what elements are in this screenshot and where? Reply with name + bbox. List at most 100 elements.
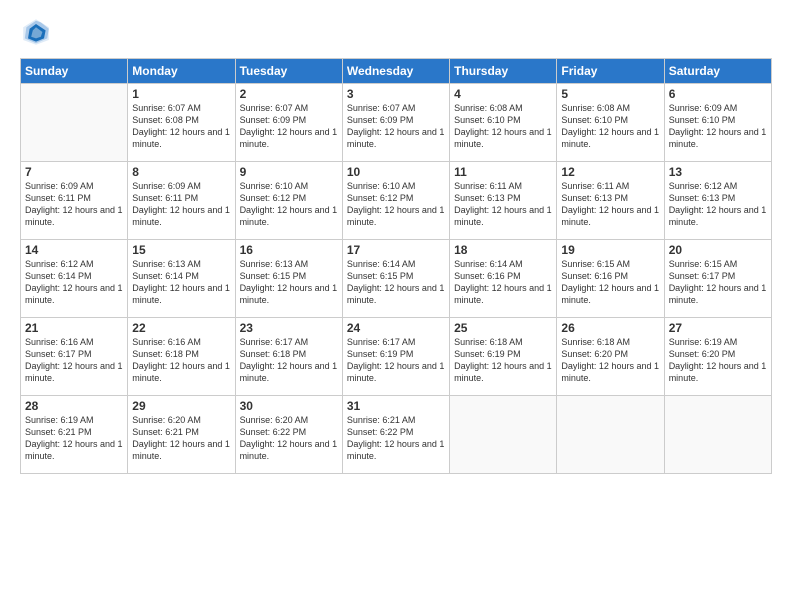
calendar-cell: 1Sunrise: 6:07 AM Sunset: 6:08 PM Daylig…: [128, 84, 235, 162]
calendar-week-row: 1Sunrise: 6:07 AM Sunset: 6:08 PM Daylig…: [21, 84, 772, 162]
logo-icon: [20, 16, 52, 48]
day-number: 9: [240, 165, 338, 179]
day-info: Sunrise: 6:11 AM Sunset: 6:13 PM Dayligh…: [454, 180, 552, 229]
day-info: Sunrise: 6:12 AM Sunset: 6:13 PM Dayligh…: [669, 180, 767, 229]
day-number: 28: [25, 399, 123, 413]
day-number: 1: [132, 87, 230, 101]
day-number: 18: [454, 243, 552, 257]
weekday-header: Tuesday: [235, 59, 342, 84]
day-number: 16: [240, 243, 338, 257]
calendar-cell: 9Sunrise: 6:10 AM Sunset: 6:12 PM Daylig…: [235, 162, 342, 240]
weekday-header: Saturday: [664, 59, 771, 84]
calendar-cell: 12Sunrise: 6:11 AM Sunset: 6:13 PM Dayli…: [557, 162, 664, 240]
day-info: Sunrise: 6:10 AM Sunset: 6:12 PM Dayligh…: [347, 180, 445, 229]
day-number: 13: [669, 165, 767, 179]
calendar-cell: 26Sunrise: 6:18 AM Sunset: 6:20 PM Dayli…: [557, 318, 664, 396]
calendar-cell: 22Sunrise: 6:16 AM Sunset: 6:18 PM Dayli…: [128, 318, 235, 396]
day-info: Sunrise: 6:15 AM Sunset: 6:16 PM Dayligh…: [561, 258, 659, 307]
calendar-cell: 17Sunrise: 6:14 AM Sunset: 6:15 PM Dayli…: [342, 240, 449, 318]
day-number: 12: [561, 165, 659, 179]
logo: [20, 16, 56, 48]
calendar-cell: [557, 396, 664, 474]
calendar-cell: 10Sunrise: 6:10 AM Sunset: 6:12 PM Dayli…: [342, 162, 449, 240]
day-info: Sunrise: 6:20 AM Sunset: 6:21 PM Dayligh…: [132, 414, 230, 463]
day-info: Sunrise: 6:09 AM Sunset: 6:11 PM Dayligh…: [132, 180, 230, 229]
calendar-cell: 20Sunrise: 6:15 AM Sunset: 6:17 PM Dayli…: [664, 240, 771, 318]
calendar-cell: 25Sunrise: 6:18 AM Sunset: 6:19 PM Dayli…: [450, 318, 557, 396]
day-info: Sunrise: 6:16 AM Sunset: 6:17 PM Dayligh…: [25, 336, 123, 385]
calendar-cell: 28Sunrise: 6:19 AM Sunset: 6:21 PM Dayli…: [21, 396, 128, 474]
calendar-cell: 4Sunrise: 6:08 AM Sunset: 6:10 PM Daylig…: [450, 84, 557, 162]
day-number: 10: [347, 165, 445, 179]
calendar-cell: 23Sunrise: 6:17 AM Sunset: 6:18 PM Dayli…: [235, 318, 342, 396]
weekday-header: Thursday: [450, 59, 557, 84]
day-info: Sunrise: 6:12 AM Sunset: 6:14 PM Dayligh…: [25, 258, 123, 307]
day-number: 27: [669, 321, 767, 335]
calendar-cell: 18Sunrise: 6:14 AM Sunset: 6:16 PM Dayli…: [450, 240, 557, 318]
main-container: SundayMondayTuesdayWednesdayThursdayFrid…: [0, 0, 792, 612]
day-info: Sunrise: 6:08 AM Sunset: 6:10 PM Dayligh…: [454, 102, 552, 151]
day-info: Sunrise: 6:17 AM Sunset: 6:18 PM Dayligh…: [240, 336, 338, 385]
day-info: Sunrise: 6:11 AM Sunset: 6:13 PM Dayligh…: [561, 180, 659, 229]
day-number: 29: [132, 399, 230, 413]
day-number: 26: [561, 321, 659, 335]
day-info: Sunrise: 6:21 AM Sunset: 6:22 PM Dayligh…: [347, 414, 445, 463]
day-info: Sunrise: 6:18 AM Sunset: 6:20 PM Dayligh…: [561, 336, 659, 385]
day-info: Sunrise: 6:20 AM Sunset: 6:22 PM Dayligh…: [240, 414, 338, 463]
day-number: 19: [561, 243, 659, 257]
day-info: Sunrise: 6:17 AM Sunset: 6:19 PM Dayligh…: [347, 336, 445, 385]
weekday-header: Monday: [128, 59, 235, 84]
day-info: Sunrise: 6:07 AM Sunset: 6:08 PM Dayligh…: [132, 102, 230, 151]
day-number: 21: [25, 321, 123, 335]
calendar-week-row: 28Sunrise: 6:19 AM Sunset: 6:21 PM Dayli…: [21, 396, 772, 474]
calendar-table: SundayMondayTuesdayWednesdayThursdayFrid…: [20, 58, 772, 474]
day-number: 5: [561, 87, 659, 101]
day-info: Sunrise: 6:14 AM Sunset: 6:15 PM Dayligh…: [347, 258, 445, 307]
calendar-cell: 29Sunrise: 6:20 AM Sunset: 6:21 PM Dayli…: [128, 396, 235, 474]
day-number: 7: [25, 165, 123, 179]
calendar-cell: 5Sunrise: 6:08 AM Sunset: 6:10 PM Daylig…: [557, 84, 664, 162]
day-number: 15: [132, 243, 230, 257]
day-number: 2: [240, 87, 338, 101]
calendar-cell: [21, 84, 128, 162]
day-number: 3: [347, 87, 445, 101]
day-info: Sunrise: 6:07 AM Sunset: 6:09 PM Dayligh…: [240, 102, 338, 151]
calendar-cell: 21Sunrise: 6:16 AM Sunset: 6:17 PM Dayli…: [21, 318, 128, 396]
calendar-cell: 24Sunrise: 6:17 AM Sunset: 6:19 PM Dayli…: [342, 318, 449, 396]
day-number: 4: [454, 87, 552, 101]
calendar-cell: [450, 396, 557, 474]
day-info: Sunrise: 6:19 AM Sunset: 6:20 PM Dayligh…: [669, 336, 767, 385]
calendar-cell: 2Sunrise: 6:07 AM Sunset: 6:09 PM Daylig…: [235, 84, 342, 162]
calendar-week-row: 21Sunrise: 6:16 AM Sunset: 6:17 PM Dayli…: [21, 318, 772, 396]
calendar-cell: 11Sunrise: 6:11 AM Sunset: 6:13 PM Dayli…: [450, 162, 557, 240]
calendar-week-row: 14Sunrise: 6:12 AM Sunset: 6:14 PM Dayli…: [21, 240, 772, 318]
calendar-cell: 15Sunrise: 6:13 AM Sunset: 6:14 PM Dayli…: [128, 240, 235, 318]
day-number: 23: [240, 321, 338, 335]
calendar-week-row: 7Sunrise: 6:09 AM Sunset: 6:11 PM Daylig…: [21, 162, 772, 240]
calendar-cell: 8Sunrise: 6:09 AM Sunset: 6:11 PM Daylig…: [128, 162, 235, 240]
weekday-header: Wednesday: [342, 59, 449, 84]
calendar-cell: 14Sunrise: 6:12 AM Sunset: 6:14 PM Dayli…: [21, 240, 128, 318]
weekday-header: Friday: [557, 59, 664, 84]
day-info: Sunrise: 6:09 AM Sunset: 6:10 PM Dayligh…: [669, 102, 767, 151]
day-info: Sunrise: 6:13 AM Sunset: 6:14 PM Dayligh…: [132, 258, 230, 307]
calendar-cell: 31Sunrise: 6:21 AM Sunset: 6:22 PM Dayli…: [342, 396, 449, 474]
day-info: Sunrise: 6:10 AM Sunset: 6:12 PM Dayligh…: [240, 180, 338, 229]
day-info: Sunrise: 6:07 AM Sunset: 6:09 PM Dayligh…: [347, 102, 445, 151]
calendar-cell: 27Sunrise: 6:19 AM Sunset: 6:20 PM Dayli…: [664, 318, 771, 396]
day-info: Sunrise: 6:14 AM Sunset: 6:16 PM Dayligh…: [454, 258, 552, 307]
day-info: Sunrise: 6:09 AM Sunset: 6:11 PM Dayligh…: [25, 180, 123, 229]
calendar-cell: 7Sunrise: 6:09 AM Sunset: 6:11 PM Daylig…: [21, 162, 128, 240]
header: [20, 16, 772, 48]
calendar-cell: 19Sunrise: 6:15 AM Sunset: 6:16 PM Dayli…: [557, 240, 664, 318]
day-info: Sunrise: 6:15 AM Sunset: 6:17 PM Dayligh…: [669, 258, 767, 307]
day-number: 22: [132, 321, 230, 335]
day-number: 6: [669, 87, 767, 101]
weekday-header: Sunday: [21, 59, 128, 84]
calendar-cell: 3Sunrise: 6:07 AM Sunset: 6:09 PM Daylig…: [342, 84, 449, 162]
calendar-cell: [664, 396, 771, 474]
calendar-cell: 30Sunrise: 6:20 AM Sunset: 6:22 PM Dayli…: [235, 396, 342, 474]
day-number: 31: [347, 399, 445, 413]
calendar-cell: 13Sunrise: 6:12 AM Sunset: 6:13 PM Dayli…: [664, 162, 771, 240]
day-number: 25: [454, 321, 552, 335]
